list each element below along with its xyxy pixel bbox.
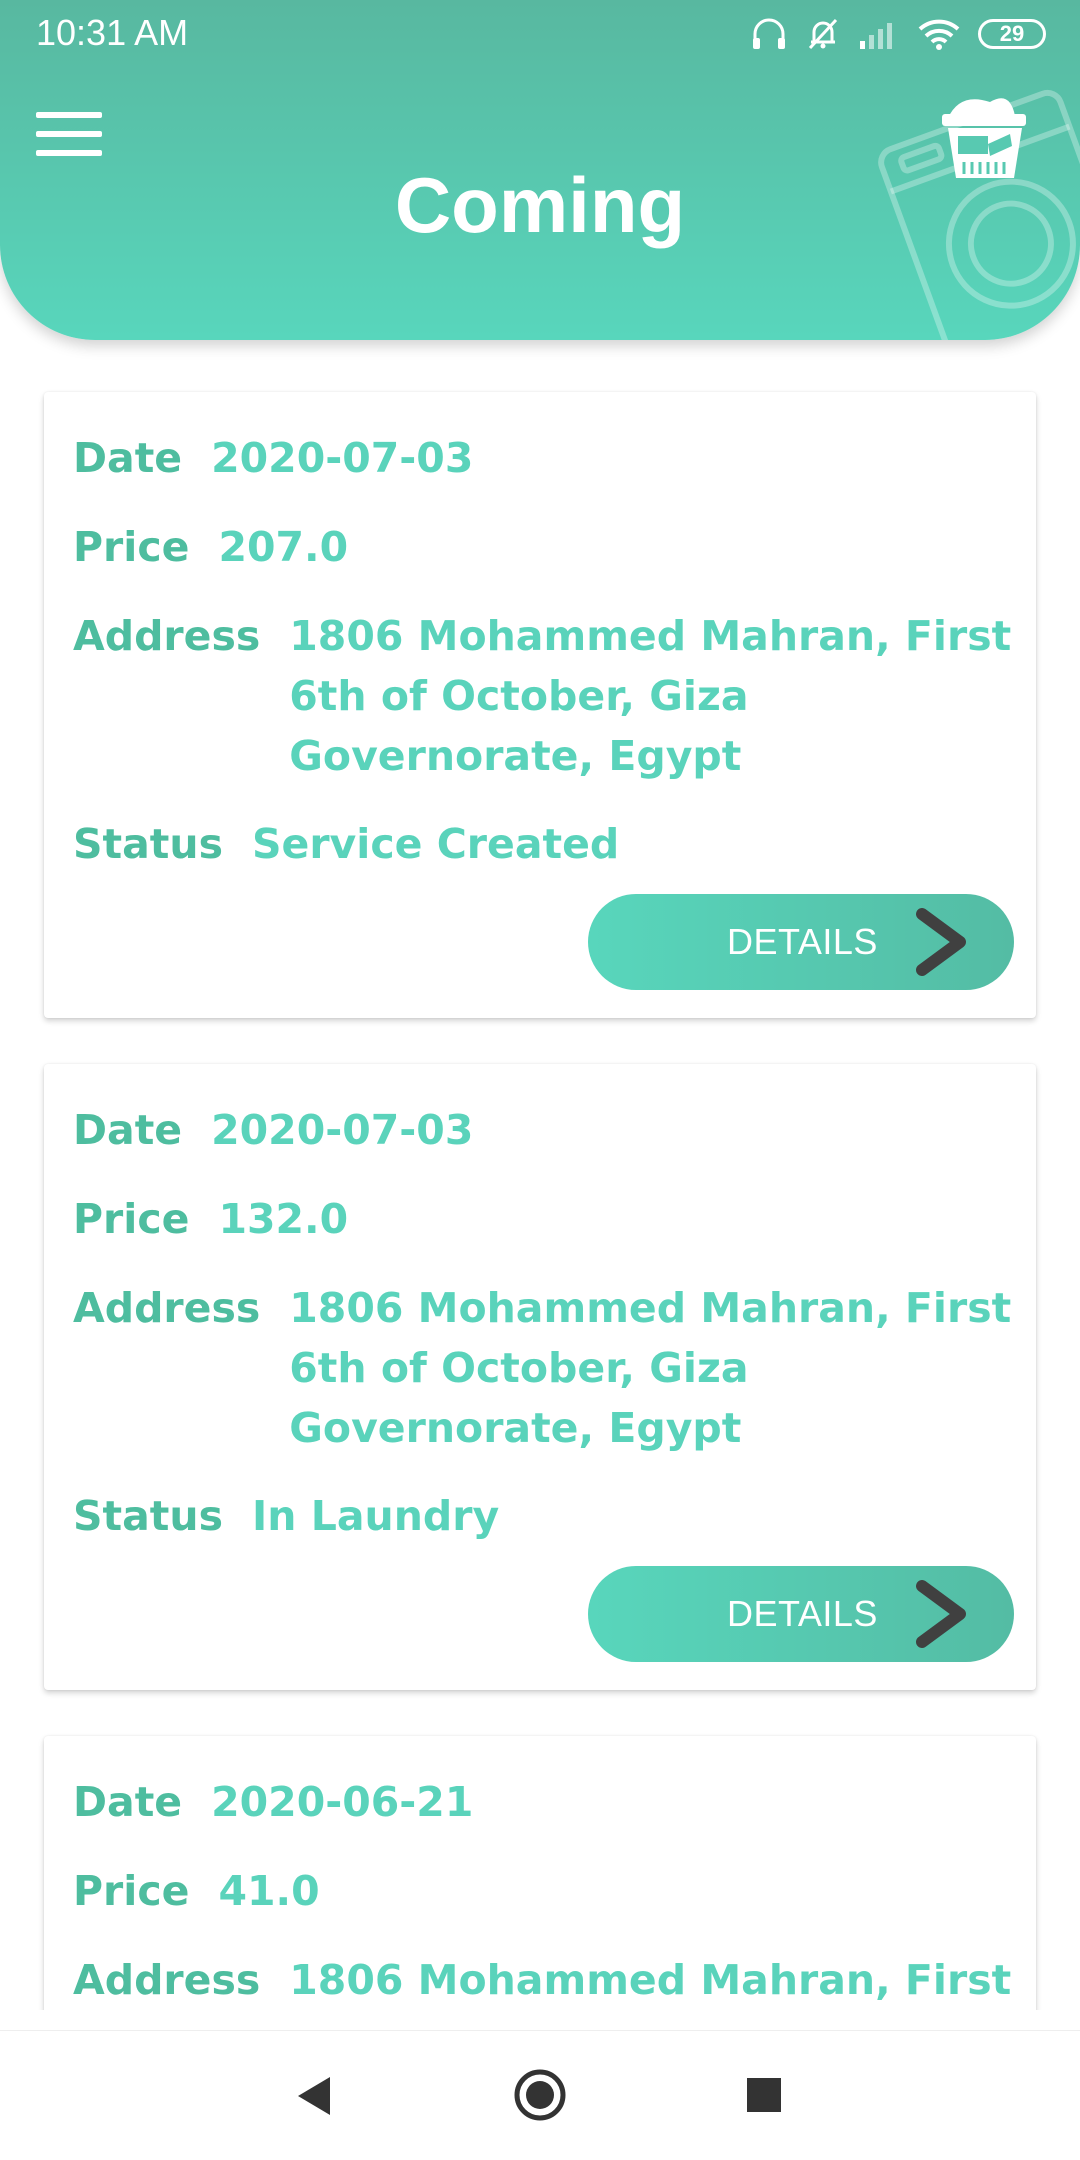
status-row: Status Service Created	[73, 814, 619, 874]
address-label: Address	[73, 1956, 261, 2004]
signal-icon	[860, 23, 892, 49]
address-value: 1806 Mohammed Mahran, First	[289, 1956, 1012, 2004]
price-label: Price	[73, 523, 190, 571]
details-button-label: DETAILS	[727, 921, 878, 962]
headset-icon	[753, 18, 785, 49]
status-value: Service Created	[252, 820, 620, 868]
order-card: Date 2020-06-21 Price 41.0 Address 1806 …	[44, 1736, 1036, 2010]
address-value: 1806 Mohammed Mahran, First 6th of Octob…	[289, 1284, 1012, 1452]
date-value: 2020-06-21	[211, 1778, 474, 1826]
date-value: 2020-07-03	[211, 434, 474, 482]
chevron-right-icon	[916, 908, 966, 976]
price-row: Price 41.0	[73, 1861, 320, 1921]
status-label: Status	[73, 1492, 223, 1540]
address-label: Address	[73, 612, 261, 660]
date-row: Date 2020-07-03	[73, 428, 473, 488]
date-label: Date	[73, 434, 183, 482]
back-triangle-icon[interactable]	[290, 2071, 340, 2121]
status-bar: 10:31 AM 29	[0, 0, 1080, 68]
wifi-icon	[918, 19, 960, 50]
recents-square-icon[interactable]	[744, 2075, 784, 2115]
details-button-label: DETAILS	[727, 1593, 878, 1634]
washing-machine-basket-icon	[878, 89, 1080, 340]
battery-icon: 29	[978, 19, 1046, 49]
status-row: Status In Laundry	[73, 1486, 499, 1546]
home-circle-icon[interactable]	[512, 2067, 568, 2123]
price-value: 132.0	[218, 1195, 349, 1243]
price-value: 41.0	[218, 1867, 320, 1915]
date-row: Date 2020-06-21	[73, 1772, 473, 1832]
price-label: Price	[73, 1195, 190, 1243]
date-label: Date	[73, 1106, 183, 1154]
orders-list[interactable]: Date 2020-07-03 Price 207.0 Address 1806…	[0, 340, 1080, 2010]
status-time: 10:31 AM	[36, 12, 189, 53]
bell-off-icon	[808, 18, 838, 50]
date-row: Date 2020-07-03	[73, 1100, 473, 1160]
system-nav-bar	[0, 2030, 1080, 2160]
status-label: Status	[73, 820, 223, 868]
address-row: Address 1806 Mohammed Mahran, First 6th …	[73, 606, 1049, 786]
address-row: Address 1806 Mohammed Mahran, First 6th …	[73, 1278, 1049, 1458]
hamburger-menu-icon[interactable]	[36, 112, 102, 162]
date-value: 2020-07-03	[211, 1106, 474, 1154]
order-card: Date 2020-07-03 Price 207.0 Address 1806…	[44, 392, 1036, 1018]
price-row: Price 132.0	[73, 1189, 348, 1249]
address-value: 1806 Mohammed Mahran, First 6th of Octob…	[289, 612, 1012, 780]
details-button[interactable]: DETAILS	[588, 894, 1014, 990]
status-icons: 29	[750, 14, 1046, 54]
address-label: Address	[73, 1284, 261, 1332]
details-button[interactable]: DETAILS	[588, 1566, 1014, 1662]
status-value: In Laundry	[252, 1492, 500, 1540]
price-value: 207.0	[218, 523, 349, 571]
app-header: 10:31 AM 29 Coming	[0, 0, 1080, 340]
address-row: Address 1806 Mohammed Mahran, First	[73, 1950, 1049, 2010]
order-card: Date 2020-07-03 Price 132.0 Address 1806…	[44, 1064, 1036, 1690]
price-label: Price	[73, 1867, 190, 1915]
date-label: Date	[73, 1778, 183, 1826]
chevron-right-icon	[916, 1580, 966, 1648]
price-row: Price 207.0	[73, 517, 348, 577]
